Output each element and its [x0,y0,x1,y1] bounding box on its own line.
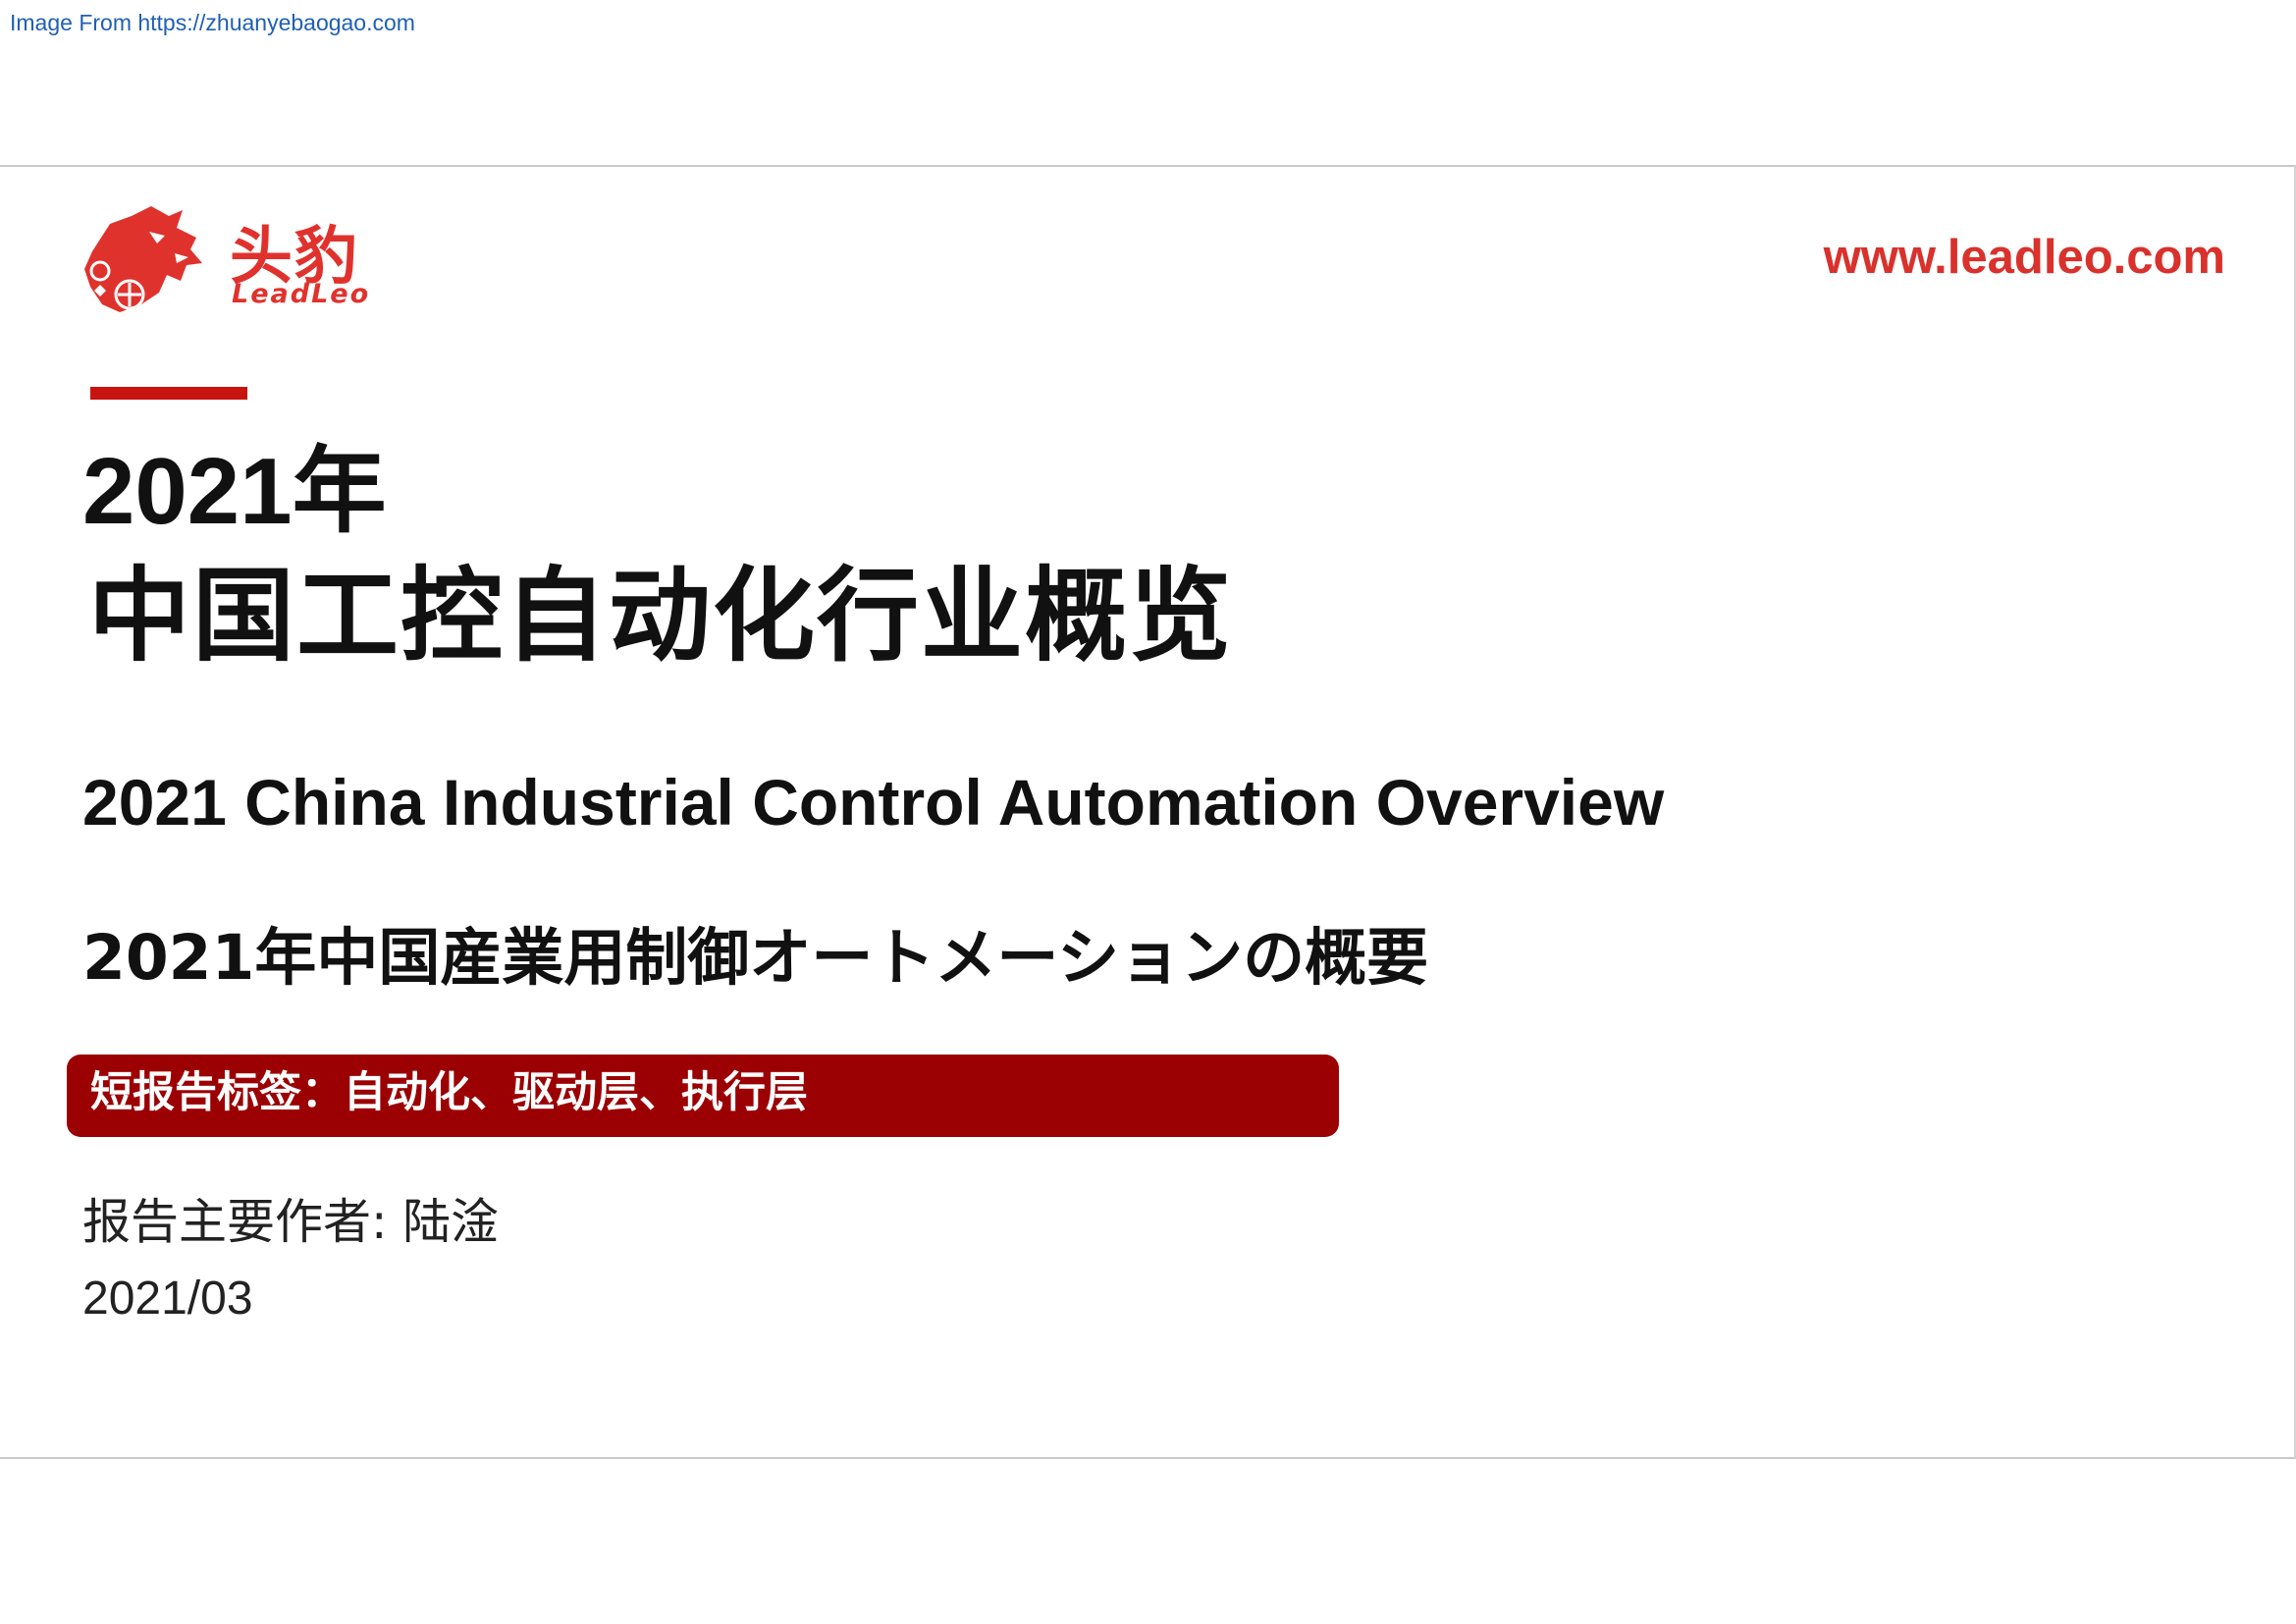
title-year: 2021年 [82,439,387,544]
logo-english-name: LeadLeo [232,279,371,309]
report-cover-slide: 头豹 LeadLeo www.leadleo.com 2021年 中国工控自动化… [0,165,2296,1459]
leopard-head-icon [84,206,202,312]
author-line: 报告主要作者: 陆淦 [82,1194,500,1250]
leadleo-logo: 头豹 LeadLeo [80,202,375,320]
source-note[interactable]: Image From https://zhuanyebaogao.com [10,10,415,36]
title-chinese: 中国工控自动化行业概览 [88,556,1234,676]
report-date: 2021/03 [82,1272,253,1325]
report-tags-text: 短报告标签：自动化、驱动层、执行层 [90,1068,808,1117]
report-tags-banner: 短报告标签：自动化、驱动层、执行层 [67,1055,1339,1137]
website-link[interactable]: www.leadleo.com [1824,230,2225,285]
title-english: 2021 China Industrial Control Automation… [82,766,1665,839]
title-japanese: 2021年中国産業用制御オートメーションの概要 [82,922,1429,994]
page: Image From https://zhuanyebaogao.com 头豹 … [0,0,2296,1624]
accent-divider [90,387,247,400]
